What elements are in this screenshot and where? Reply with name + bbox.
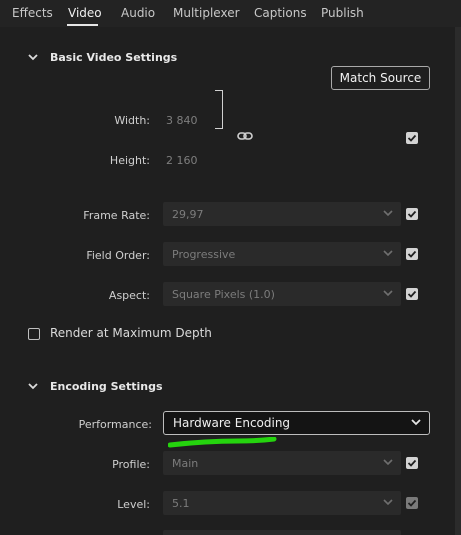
aspect-value: Square Pixels (1.0) xyxy=(172,287,275,301)
performance-value: Hardware Encoding xyxy=(173,416,291,430)
tab-audio[interactable]: Audio xyxy=(121,6,155,20)
aspect-label: Aspect: xyxy=(108,289,150,302)
field-order-value: Progressive xyxy=(172,247,236,261)
tab-captions[interactable]: Captions xyxy=(254,6,307,20)
checkmark-icon xyxy=(407,459,417,467)
tab-effects[interactable]: Effects xyxy=(12,6,53,20)
field-order-match-checkbox[interactable] xyxy=(406,248,418,260)
level-label: Level: xyxy=(117,498,150,511)
height-value[interactable]: 2 160 xyxy=(166,154,198,167)
profile-value: Main xyxy=(172,456,199,470)
tab-multiplexer[interactable]: Multiplexer xyxy=(173,6,240,20)
chevron-down-icon xyxy=(411,419,421,426)
checkmark-icon xyxy=(407,210,417,218)
dimension-link-bracket xyxy=(215,90,223,129)
tab-publish[interactable]: Publish xyxy=(321,6,364,20)
profile-dropdown[interactable]: Main xyxy=(163,451,401,475)
field-order-label: Field Order: xyxy=(86,249,150,262)
chain-link-icon[interactable] xyxy=(237,130,253,142)
chevron-down-icon xyxy=(383,210,393,217)
frame-rate-label: Frame Rate: xyxy=(83,209,150,222)
aspect-dropdown[interactable]: Square Pixels (1.0) xyxy=(163,282,401,306)
chevron-down-icon xyxy=(383,290,393,297)
profile-match-checkbox[interactable] xyxy=(406,457,418,469)
height-label: Height: xyxy=(109,154,150,167)
basic-video-section-header[interactable]: Basic Video Settings xyxy=(28,48,177,66)
chevron-down-icon xyxy=(383,250,393,257)
frame-rate-match-checkbox[interactable] xyxy=(406,208,418,220)
tab-video[interactable]: Video xyxy=(68,6,102,20)
level-dropdown[interactable]: 5.1 xyxy=(163,491,401,515)
performance-dropdown[interactable]: Hardware Encoding xyxy=(163,411,430,435)
encoding-section-header[interactable]: Encoding Settings xyxy=(28,377,163,395)
aspect-match-checkbox[interactable] xyxy=(406,288,418,300)
level-value: 5.1 xyxy=(172,496,190,510)
width-label: Width: xyxy=(114,114,150,127)
tab-bar: Effects Video Audio Multiplexer Captions… xyxy=(0,0,461,27)
field-order-dropdown[interactable]: Progressive xyxy=(163,242,401,266)
basic-video-section-title: Basic Video Settings xyxy=(50,50,178,64)
profile-label: Profile: xyxy=(112,458,150,471)
chevron-down-icon xyxy=(383,459,393,466)
width-value[interactable]: 3 840 xyxy=(166,114,198,127)
render-max-depth-label[interactable]: Render at Maximum Depth xyxy=(50,326,212,340)
active-tab-indicator xyxy=(67,24,98,26)
render-max-depth-checkbox[interactable] xyxy=(28,328,40,340)
level-match-checkbox[interactable] xyxy=(406,497,418,509)
checkmark-icon xyxy=(407,134,417,142)
encoding-section-title: Encoding Settings xyxy=(50,379,163,393)
checkmark-icon xyxy=(407,499,417,507)
chevron-down-icon xyxy=(383,499,393,506)
chevron-down-icon[interactable] xyxy=(28,381,38,391)
highlight-scribble xyxy=(168,437,277,448)
match-source-button[interactable]: Match Source xyxy=(331,66,430,90)
chevron-down-icon[interactable] xyxy=(28,52,38,62)
next-setting-dropdown[interactable] xyxy=(163,530,401,535)
checkmark-icon xyxy=(407,290,417,298)
dimensions-match-checkbox[interactable] xyxy=(406,132,418,144)
frame-rate-value: 29,97 xyxy=(172,207,204,221)
performance-label: Performance: xyxy=(78,418,152,431)
video-settings-panel: Basic Video Settings Match Source Width:… xyxy=(0,27,455,535)
vertical-scrollbar[interactable] xyxy=(455,27,461,535)
checkmark-icon xyxy=(407,250,417,258)
frame-rate-dropdown[interactable]: 29,97 xyxy=(163,202,401,226)
